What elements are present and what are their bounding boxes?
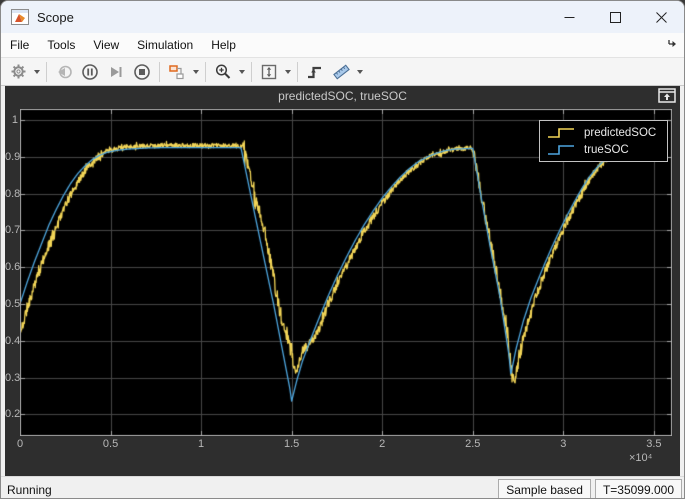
simulink-block-icon (168, 63, 186, 81)
y-tick-label: 0.6 (5, 261, 18, 273)
x-tick-label: 2.5 (451, 438, 495, 450)
x-tick-label: 1.5 (270, 438, 314, 450)
menubar: File Tools View Simulation Help (1, 33, 684, 58)
step-forward-icon (107, 63, 125, 81)
toolbar-separator (251, 62, 252, 82)
fit-to-view-button[interactable] (256, 59, 282, 85)
toolbar (1, 58, 684, 86)
x-tick-label: 3.5 (632, 438, 676, 450)
step-back-icon (55, 63, 73, 81)
x-axis-exponent: ×10⁴ (629, 452, 652, 464)
minimize-icon (564, 12, 575, 23)
legend-entry[interactable]: predictedSOC (546, 124, 667, 141)
x-tick-label: 1 (179, 438, 223, 450)
ruler-icon (332, 63, 351, 81)
x-tick-label: 0 (0, 438, 42, 450)
y-tick-label: 0.9 (5, 151, 18, 163)
window-title: Scope (37, 10, 74, 25)
chevron-down-icon (193, 70, 199, 74)
legend-label: trueSOC (584, 144, 629, 156)
fit-to-view-icon (260, 63, 278, 81)
close-icon (656, 12, 667, 23)
y-tick-label: 0.2 (5, 408, 18, 420)
chevron-down-icon (357, 70, 363, 74)
toolbar-separator (205, 62, 206, 82)
trigger-icon (306, 63, 324, 81)
chevron-down-icon (34, 70, 40, 74)
step-back-button[interactable] (51, 59, 77, 85)
x-tick-label: 2 (360, 438, 404, 450)
x-tick-label: 3 (541, 438, 585, 450)
menu-simulation[interactable]: Simulation (128, 35, 202, 55)
menu-tools[interactable]: Tools (38, 35, 84, 55)
measurements-button[interactable] (328, 59, 354, 85)
menu-help[interactable]: Help (202, 35, 245, 55)
scope-app-icon (11, 9, 29, 25)
gear-icon (10, 63, 27, 80)
stop-icon (133, 63, 151, 81)
zoom-dropdown[interactable] (236, 60, 247, 84)
trigger-button[interactable] (302, 59, 328, 85)
legend-entry[interactable]: trueSOC (546, 141, 667, 158)
legend-line-swatch (546, 143, 576, 157)
maximize-icon (610, 12, 621, 23)
stop-button[interactable] (129, 59, 155, 85)
y-tick-label: 0.8 (5, 188, 18, 200)
y-tick-label: 0.4 (5, 335, 18, 347)
figure-area: predictedSOC, trueSOC 1 0.9 0.8 0.7 0.6 0.5 0.… (5, 86, 680, 476)
chevron-down-icon (239, 70, 245, 74)
y-tick-label: 1 (5, 114, 18, 126)
status-time: T=35099.000 (595, 479, 682, 499)
x-tick-label: 0.5 (89, 438, 133, 450)
configuration-button[interactable] (5, 59, 31, 85)
measurements-dropdown[interactable] (354, 60, 365, 84)
step-forward-button[interactable] (103, 59, 129, 85)
toolbar-separator (297, 62, 298, 82)
chevron-down-icon (285, 70, 291, 74)
y-tick-label: 0.7 (5, 224, 18, 236)
menu-view[interactable]: View (84, 35, 128, 55)
legend[interactable]: predictedSOC trueSOC (539, 120, 668, 162)
status-running: Running (7, 483, 52, 497)
legend-label: predictedSOC (584, 127, 656, 139)
highlight-block-dropdown[interactable] (190, 60, 201, 84)
menu-file[interactable]: File (1, 35, 38, 55)
toolbar-separator (46, 62, 47, 82)
zoom-button[interactable] (210, 59, 236, 85)
y-tick-label: 0.5 (5, 298, 18, 310)
minimize-button[interactable] (546, 1, 592, 33)
titlebar: Scope (1, 1, 684, 33)
scope-window: Scope File Tools View Simulation Help (0, 0, 685, 499)
fit-to-view-dropdown[interactable] (282, 60, 293, 84)
plot-title: predictedSOC, trueSOC (5, 89, 680, 103)
dock-icon[interactable] (658, 88, 676, 103)
toolbar-separator (159, 62, 160, 82)
close-button[interactable] (638, 1, 684, 33)
maximize-button[interactable] (592, 1, 638, 33)
highlight-block-button[interactable] (164, 59, 190, 85)
status-sample-mode: Sample based (498, 479, 591, 499)
statusbar: Running Sample based T=35099.000 (1, 476, 684, 499)
pause-button[interactable] (77, 59, 103, 85)
configuration-dropdown[interactable] (31, 60, 42, 84)
y-tick-label: 0.3 (5, 372, 18, 384)
pause-icon (81, 63, 99, 81)
legend-line-swatch (546, 126, 576, 140)
zoom-in-icon (214, 63, 232, 81)
forward-arrow-icon[interactable] (667, 38, 678, 49)
